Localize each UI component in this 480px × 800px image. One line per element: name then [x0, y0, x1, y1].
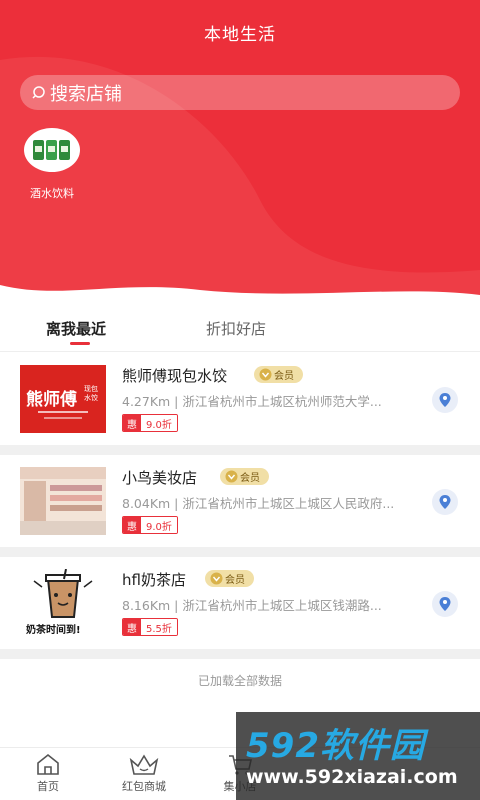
active-tab-indicator — [70, 342, 90, 345]
discount-badge: 惠 9.0折 — [122, 516, 178, 534]
discount-value: 5.5折 — [141, 619, 177, 635]
location-pin-icon[interactable] — [432, 591, 458, 617]
store-thumbnail — [20, 467, 106, 535]
store-name: hfl奶茶店 — [122, 571, 186, 589]
tab-discount-stores[interactable]: 折扣好店 — [206, 318, 266, 339]
tabbar-label: 首页 — [37, 780, 59, 793]
store-distance-address: 8.04Km | 浙江省杭州市上城区上城区人民政府... — [122, 496, 395, 511]
store-card[interactable]: 小鸟美妆店 会员 8.04Km | 浙江省杭州市上城区上城区人民政府... 惠 … — [0, 455, 480, 547]
beverage-cans-icon — [24, 128, 80, 172]
thumbnail-brand-text: 熊师傅 — [26, 390, 77, 410]
crown-icon — [129, 754, 159, 775]
watermark-logo: 592软件园 — [246, 726, 425, 766]
discount-value: 9.0折 — [141, 415, 177, 431]
store-card[interactable]: 熊师傅 现包水饺 熊师傅现包水饺 会员 4.27Km | 浙江省杭州市上城区杭州… — [0, 353, 480, 445]
vip-crown-icon — [259, 368, 272, 381]
tabbar-item-home[interactable]: 首页 — [8, 752, 88, 794]
store-thumbnail: 熊师傅 现包水饺 — [20, 365, 106, 433]
discount-badge: 惠 5.5折 — [122, 618, 178, 636]
vip-label: 会员 — [274, 371, 294, 382]
store-distance-address: 4.27Km | 浙江省杭州市上城区杭州师范大学... — [122, 394, 382, 409]
category-beverages[interactable]: 酒水饮料 — [22, 128, 82, 201]
discount-badge: 惠 9.0折 — [122, 414, 178, 432]
discount-tag: 惠 — [123, 415, 141, 431]
tab-nearest[interactable]: 离我最近 — [46, 318, 106, 339]
divider — [0, 445, 480, 455]
store-thumbnail: 奶茶时间到! — [20, 569, 106, 637]
tabbar-label: 红包商城 — [122, 780, 166, 793]
page-title: 本地生活 — [204, 25, 276, 45]
home-icon — [37, 753, 59, 775]
loaded-all-status: 已加载全部数据 — [197, 674, 282, 688]
thumbnail-caption: 奶茶时间到! — [26, 625, 81, 636]
search-input[interactable]: 搜索店铺 — [20, 75, 460, 110]
sort-tabs: 离我最近 折扣好店 — [0, 300, 480, 352]
store-distance-address: 8.16Km | 浙江省杭州市上城区上城区钱潮路... — [122, 598, 382, 613]
search-placeholder: 搜索店铺 — [50, 83, 122, 105]
tabbar-item-red-packet-mall[interactable]: 红包商城 — [104, 752, 184, 794]
vip-badge: 会员 — [254, 366, 303, 383]
discount-tag: 惠 — [123, 619, 141, 635]
vip-crown-icon — [225, 470, 238, 483]
site-watermark: 592软件园 www.592xiazai.com — [236, 712, 480, 800]
category-label: 酒水饮料 — [30, 187, 74, 200]
hero-header: 本地生活 搜索店铺 酒水饮料 — [0, 0, 480, 300]
store-name: 熊师傅现包水饺 — [122, 367, 228, 385]
vip-badge: 会员 — [205, 570, 254, 587]
vip-label: 会员 — [240, 473, 260, 484]
divider — [0, 649, 480, 659]
location-pin-icon[interactable] — [432, 387, 458, 413]
vip-badge: 会员 — [220, 468, 269, 485]
watermark-url: www.592xiazai.com — [246, 766, 458, 788]
location-pin-icon[interactable] — [432, 489, 458, 515]
search-icon — [32, 85, 45, 99]
thumbnail-brand-subtext: 现包水饺 — [84, 385, 98, 402]
divider — [0, 547, 480, 557]
vip-crown-icon — [210, 572, 223, 585]
discount-tag: 惠 — [123, 517, 141, 533]
discount-value: 9.0折 — [141, 517, 177, 533]
vip-label: 会员 — [225, 575, 245, 586]
store-name: 小鸟美妆店 — [122, 469, 198, 487]
store-card[interactable]: 奶茶时间到! hfl奶茶店 会员 8.16Km | 浙江省杭州市上城区上城区钱潮… — [0, 557, 480, 649]
